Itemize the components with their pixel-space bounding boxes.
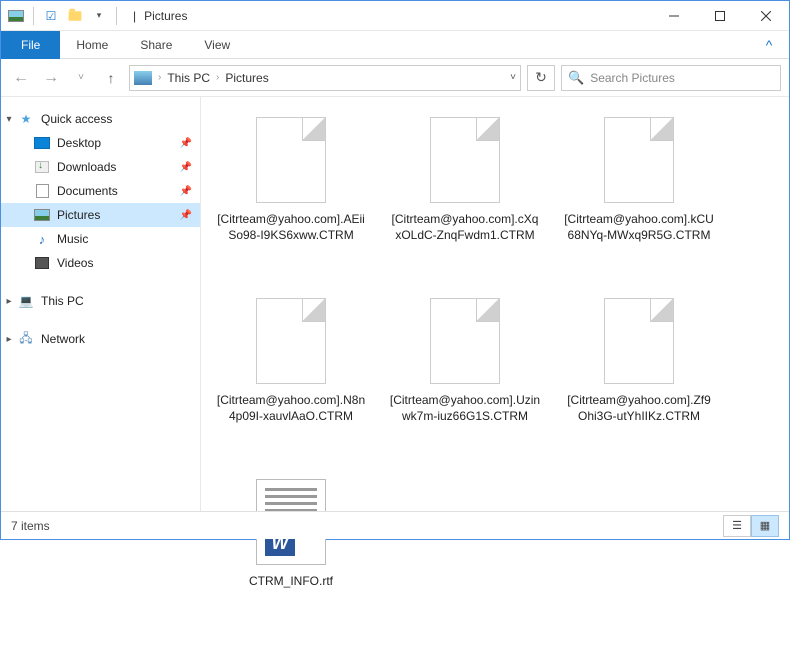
pin-icon: 📌 [180, 162, 192, 173]
forward-button[interactable]: → [39, 66, 63, 90]
pc-icon: 💻 [17, 292, 35, 310]
sidebar-item-videos[interactable]: Videos [1, 251, 200, 275]
titlebar: ☑ ▾ | Pictures [1, 1, 789, 31]
search-icon: 🔍 [568, 70, 584, 86]
sidebar-item-downloads[interactable]: Downloads📌 [1, 155, 200, 179]
file-item[interactable]: [Citrteam@yahoo.com].cXqxOLdC-ZnqFwdm1.C… [385, 111, 545, 286]
file-item[interactable]: [Citrteam@yahoo.com].AEiiSo98-I9KS6xww.C… [211, 111, 371, 286]
file-item[interactable]: [Citrteam@yahoo.com].Uzinwk7m-iuz66G1S.C… [385, 292, 545, 467]
recent-locations-dropdown[interactable]: ˅ [69, 66, 93, 90]
ribbon: File Home Share View ^ [1, 31, 789, 59]
sidebar-item-music[interactable]: ♪ Music [1, 227, 200, 251]
downloads-icon [33, 158, 51, 176]
address-chevron-icon[interactable]: › [216, 72, 219, 83]
chevron-down-icon[interactable]: ▾ [1, 114, 17, 125]
address-chevron-icon[interactable]: › [158, 72, 161, 83]
pin-icon: 📌 [180, 186, 192, 197]
search-placeholder: Search Pictures [590, 71, 675, 85]
ribbon-tab-view[interactable]: View [188, 31, 246, 59]
file-name-label: [Citrteam@yahoo.com].cXqxOLdC-ZnqFwdm1.C… [385, 211, 545, 243]
close-button[interactable] [743, 1, 789, 31]
sidebar-item-label: Pictures [57, 208, 180, 222]
sidebar-item-label: Music [57, 232, 192, 246]
sidebar-quick-access[interactable]: ▾ ★ Quick access [1, 107, 200, 131]
view-details-button[interactable]: ☰ [723, 515, 751, 537]
file-name-label: [Citrteam@yahoo.com].kCU68NYq-MWxq9R5G.C… [559, 211, 719, 243]
file-item[interactable]: [Citrteam@yahoo.com].Zf9Ohi3G-utYhIIKz.C… [559, 292, 719, 467]
sidebar-item-label: Documents [57, 184, 180, 198]
sidebar-item-label: Desktop [57, 136, 180, 150]
pin-icon: 📌 [180, 210, 192, 221]
file-name-label: [Citrteam@yahoo.com].N8n4p09I-xauvlAaO.C… [211, 392, 371, 424]
documents-icon [33, 182, 51, 200]
file-list[interactable]: [Citrteam@yahoo.com].AEiiSo98-I9KS6xww.C… [201, 97, 789, 513]
navigation-bar: ← → ˅ ↑ › This PC › Pictures ˅ ↻ 🔍 Searc… [1, 59, 789, 97]
status-bar: 7 items ☰ ▦ [1, 511, 789, 539]
generic-file-icon [430, 117, 500, 203]
refresh-button[interactable]: ↻ [527, 65, 555, 91]
file-item[interactable]: [Citrteam@yahoo.com].N8n4p09I-xauvlAaO.C… [211, 292, 371, 467]
file-name-label: [Citrteam@yahoo.com].Uzinwk7m-iuz66G1S.C… [385, 392, 545, 424]
back-button[interactable]: ← [9, 66, 33, 90]
file-name-label: [Citrteam@yahoo.com].Zf9Ohi3G-utYhIIKz.C… [559, 392, 719, 424]
maximize-button[interactable] [697, 1, 743, 31]
title-separator: | [133, 9, 136, 23]
file-item[interactable]: [Citrteam@yahoo.com].kCU68NYq-MWxq9R5G.C… [559, 111, 719, 286]
sidebar-item-desktop[interactable]: Desktop📌 [1, 131, 200, 155]
generic-file-icon [604, 298, 674, 384]
qat-dropdown-icon[interactable]: ▾ [90, 7, 108, 25]
chevron-right-icon[interactable]: ▸ [1, 296, 17, 307]
pictures-icon [33, 206, 51, 224]
sidebar-network[interactable]: ▸ 🖧 Network [1, 327, 200, 351]
qat-properties-icon[interactable]: ☑ [42, 7, 60, 25]
ribbon-help-icon[interactable]: ^ [749, 37, 789, 53]
ribbon-tab-home[interactable]: Home [60, 31, 124, 59]
ribbon-file-tab[interactable]: File [1, 31, 60, 59]
generic-file-icon [256, 298, 326, 384]
up-button[interactable]: ↑ [99, 66, 123, 90]
file-name-label: [Citrteam@yahoo.com].AEiiSo98-I9KS6xww.C… [211, 211, 371, 243]
network-icon: 🖧 [17, 330, 35, 348]
address-location-icon [134, 71, 152, 85]
app-icon [7, 7, 25, 25]
address-bar[interactable]: › This PC › Pictures ˅ [129, 65, 521, 91]
chevron-right-icon[interactable]: ▸ [1, 334, 17, 345]
minimize-button[interactable] [651, 1, 697, 31]
sidebar-item-pictures[interactable]: Pictures📌 [1, 203, 200, 227]
address-segment-pictures[interactable]: Pictures [225, 71, 268, 85]
file-item[interactable]: WCTRM_INFO.rtf [211, 473, 371, 648]
quick-access-toolbar: ☑ ▾ [1, 7, 125, 25]
sidebar-this-pc[interactable]: ▸ 💻 This PC [1, 289, 200, 313]
search-input[interactable]: 🔍 Search Pictures [561, 65, 781, 91]
generic-file-icon [256, 117, 326, 203]
sidebar-item-label: Downloads [57, 160, 180, 174]
music-icon: ♪ [33, 230, 51, 248]
pin-icon: 📌 [180, 138, 192, 149]
videos-icon [33, 254, 51, 272]
sidebar-item-documents[interactable]: Documents📌 [1, 179, 200, 203]
generic-file-icon [430, 298, 500, 384]
generic-file-icon [604, 117, 674, 203]
qat-newfolder-icon[interactable] [66, 7, 84, 25]
title-location: Pictures [144, 9, 187, 23]
address-dropdown-icon[interactable]: ˅ [502, 72, 516, 83]
desktop-icon [33, 134, 51, 152]
navigation-pane: ▾ ★ Quick access Desktop📌Downloads📌Docum… [1, 97, 201, 513]
ribbon-tab-share[interactable]: Share [124, 31, 188, 59]
view-large-icons-button[interactable]: ▦ [751, 515, 779, 537]
status-item-count: 7 items [11, 519, 50, 533]
address-segment-thispc[interactable]: This PC [167, 71, 210, 85]
window-controls [651, 1, 789, 31]
file-name-label: CTRM_INFO.rtf [245, 573, 337, 589]
star-icon: ★ [17, 110, 35, 128]
sidebar-item-label: Videos [57, 256, 192, 270]
